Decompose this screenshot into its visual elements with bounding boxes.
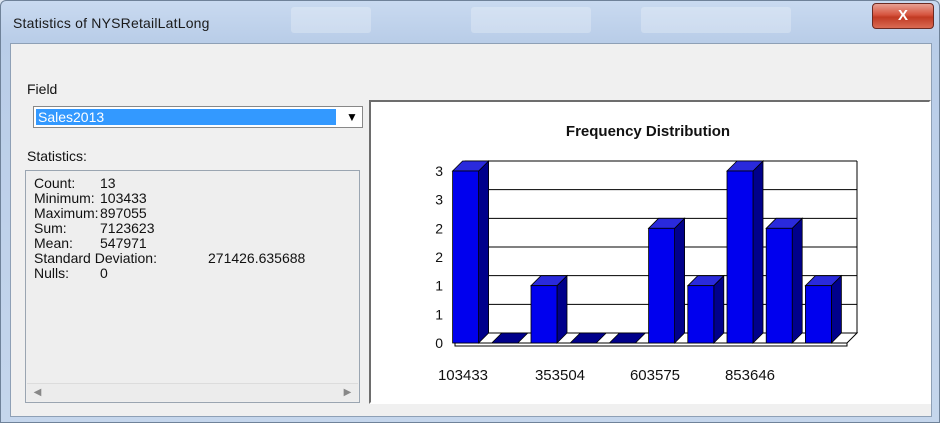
title-bar[interactable]: Statistics of NYSRetailLatLong X <box>1 1 939 39</box>
y-tick-label: 3 <box>435 163 443 179</box>
background-blur <box>291 7 371 33</box>
stat-label: Mean: <box>34 235 73 251</box>
chevron-down-icon[interactable]: ▼ <box>342 107 362 127</box>
x-tick-label: 353504 <box>535 367 585 384</box>
y-tick-label: 0 <box>435 335 443 351</box>
bar <box>452 170 479 344</box>
bar-side <box>556 274 568 344</box>
y-tick-label: 1 <box>435 306 443 322</box>
field-select[interactable]: Sales2013 ▼ <box>33 106 363 128</box>
stat-value: 897055 <box>100 205 147 221</box>
bar <box>687 285 715 344</box>
bar <box>726 170 754 344</box>
bar-side <box>478 160 489 344</box>
frequency-chart: Frequency Distribution 0 1 1 2 2 3 3 103433 35350… <box>435 123 859 384</box>
statistics-label: Statistics: <box>27 148 87 164</box>
horizontal-scrollbar[interactable]: ◀ ▶ <box>27 383 358 401</box>
background-blur <box>471 7 591 33</box>
field-selected-value: Sales2013 <box>36 109 336 125</box>
bar <box>530 285 558 344</box>
bar <box>765 227 793 344</box>
close-button[interactable]: X <box>872 3 934 29</box>
window-title: Statistics of NYSRetailLatLong <box>13 15 210 31</box>
statistics-panel: Count: 13 Minimum: 103433 Maximum: 897055 Sum:… <box>25 170 360 403</box>
stat-label: Standard Deviation: <box>34 250 157 266</box>
stat-value: 103433 <box>100 190 147 206</box>
stat-label: Maximum: <box>34 205 99 221</box>
stat-label: Minimum: <box>34 190 95 206</box>
dialog-body: Field Sales2013 ▼ Statistics: Count: 13 Mi… <box>10 43 932 417</box>
bar <box>804 285 832 344</box>
bar-side <box>830 274 842 344</box>
bar-side <box>674 217 686 344</box>
bar <box>648 227 676 344</box>
stat-value: 0 <box>100 265 108 281</box>
stat-value: 7123623 <box>100 220 155 236</box>
stat-value: 271426.635688 <box>208 250 306 266</box>
bar-side <box>752 160 764 344</box>
y-tick-label: 2 <box>435 220 443 236</box>
stat-label: Nulls: <box>34 265 70 281</box>
chart-title: Frequency Distribution <box>566 123 730 140</box>
y-tick-label: 2 <box>435 249 443 265</box>
x-tick-label: 853646 <box>725 367 775 384</box>
x-tick-label: 603575 <box>630 367 680 384</box>
chart-base <box>454 342 848 347</box>
stat-value: 13 <box>100 175 116 191</box>
field-select-box[interactable]: Sales2013 ▼ <box>33 106 363 128</box>
bar-side <box>791 217 803 344</box>
close-icon: X <box>897 7 908 24</box>
background-blur <box>641 7 791 33</box>
stat-label: Sum: <box>34 220 67 236</box>
x-tick-label: 103433 <box>438 367 488 384</box>
bar-side <box>713 274 725 344</box>
chart-panel: Frequency Distribution 0 1 1 2 2 3 3 103433 35350… <box>369 100 931 404</box>
field-label: Field <box>27 81 58 97</box>
stat-label: Count: <box>34 175 76 191</box>
y-tick-label: 3 <box>435 192 443 208</box>
scroll-left-icon[interactable]: ◀ <box>29 384 46 401</box>
statistics-window: Statistics of NYSRetailLatLong X Field S… <box>0 0 940 423</box>
stat-value: 547971 <box>100 235 147 251</box>
scroll-right-icon[interactable]: ▶ <box>339 384 356 401</box>
y-tick-label: 1 <box>435 278 443 294</box>
